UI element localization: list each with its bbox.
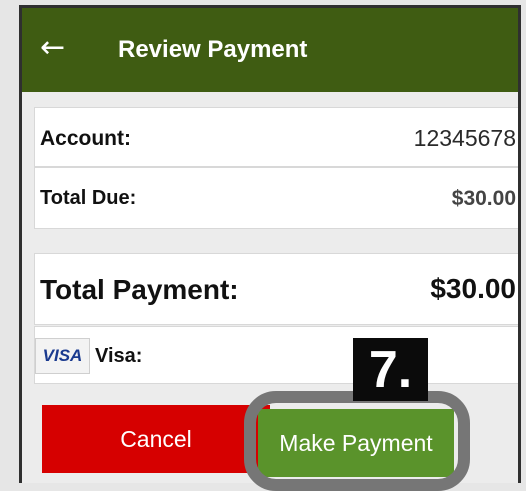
cancel-button[interactable]: Cancel xyxy=(42,405,270,473)
step-number-badge: 7. xyxy=(353,338,428,401)
page-title: Review Payment xyxy=(118,36,308,63)
total-due-value: $30.00 xyxy=(451,187,516,210)
total-due-row: Total Due: $30.00 xyxy=(34,167,518,229)
payment-method-label: Visa: xyxy=(95,345,143,367)
back-arrow-icon[interactable]: ← xyxy=(40,30,65,66)
highlight-ring xyxy=(244,391,470,491)
app-header: ← Review Payment xyxy=(22,8,518,92)
total-due-label: Total Due: xyxy=(40,187,137,209)
payment-method-row[interactable]: VISA Visa: xyxy=(34,326,518,384)
account-value: 12345678 xyxy=(413,125,516,151)
total-payment-value: $30.00 xyxy=(430,273,516,304)
total-payment-label: Total Payment: xyxy=(40,274,239,305)
account-row: Account: 12345678 xyxy=(34,107,518,167)
account-label: Account: xyxy=(40,127,131,150)
visa-card-icon: VISA xyxy=(35,338,90,374)
total-payment-row: Total Payment: $30.00 xyxy=(34,253,518,325)
